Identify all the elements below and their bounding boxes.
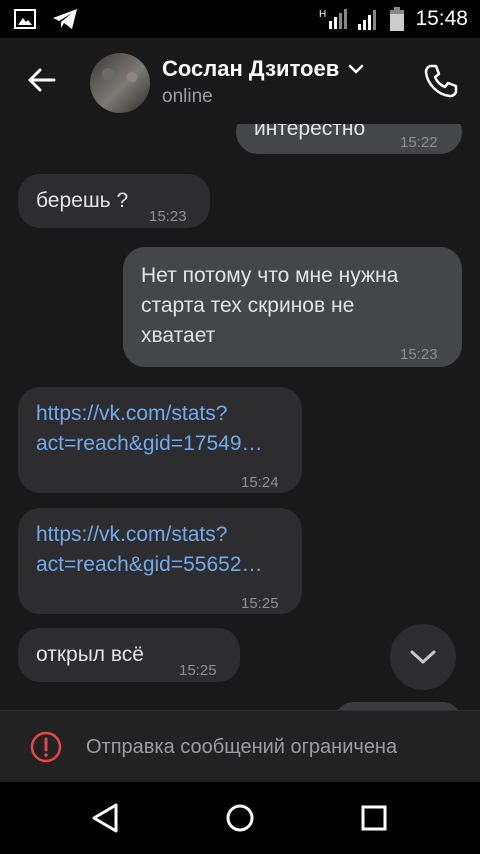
status-bar-notifications	[14, 8, 78, 30]
link-line: act=reach&gid=17549…	[36, 432, 263, 455]
message-link[interactable]: https://vk.com/stats? act=reach&gid=1754…	[36, 399, 263, 459]
status-bar-system: H 15:48	[319, 0, 468, 38]
link-line: https://vk.com/stats?	[36, 523, 228, 546]
status-time: 15:48	[415, 7, 468, 30]
battery-icon	[390, 7, 405, 31]
message-time: 15:24	[241, 474, 279, 491]
avatar[interactable]	[90, 53, 150, 113]
messaging-restricted-bar: Отправка сообщений ограничена	[0, 710, 480, 783]
message-time: 15:25	[241, 595, 279, 612]
warning-icon	[30, 731, 62, 763]
message-line: хватает	[141, 324, 216, 347]
status-bar: H 15:48	[0, 0, 480, 38]
message-outgoing[interactable]: Нет потому что мне нужна старта тех скри…	[123, 247, 462, 367]
back-arrow-icon[interactable]	[24, 62, 60, 98]
nav-back-icon[interactable]	[88, 800, 124, 836]
message-outgoing-partial[interactable]	[334, 702, 462, 710]
scroll-down-button[interactable]	[390, 624, 456, 690]
message-outgoing[interactable]: интерестно 15:22	[236, 124, 462, 154]
message-incoming[interactable]: берешь ? 15:23	[18, 174, 210, 228]
message-line: старта тех скринов не	[141, 294, 355, 317]
svg-text:H: H	[319, 9, 326, 20]
message-incoming[interactable]: открыл всё 15:25	[18, 628, 240, 682]
message-text: открыл всё	[36, 643, 144, 666]
link-line: act=reach&gid=55652…	[36, 553, 263, 576]
contact-status: online	[162, 86, 213, 107]
message-time: 15:25	[179, 662, 217, 679]
link-line: https://vk.com/stats?	[36, 402, 228, 425]
navigation-bar	[0, 782, 480, 854]
restriction-text: Отправка сообщений ограничена	[86, 735, 398, 758]
message-incoming[interactable]: https://vk.com/stats? act=reach&gid=1754…	[18, 387, 302, 493]
phone-icon[interactable]	[422, 62, 460, 100]
telegram-icon	[53, 9, 77, 29]
nav-home-icon[interactable]	[222, 800, 258, 836]
signal-icon	[358, 10, 377, 30]
message-link[interactable]: https://vk.com/stats? act=reach&gid=5565…	[36, 520, 263, 580]
message-list[interactable]: интерестно 15:22 берешь ? 15:23 Нет пото…	[0, 124, 480, 710]
contact-name[interactable]: Сослан Дзитоев	[162, 56, 365, 82]
nav-recents-icon[interactable]	[356, 800, 392, 836]
chevron-down-icon	[349, 64, 364, 74]
message-text: берешь ?	[36, 189, 129, 212]
chat-header: Сослан Дзитоев online	[0, 38, 480, 124]
message-text: Нет потому что мне нужна старта тех скри…	[141, 261, 398, 351]
contact-name-label: Сослан Дзитоев	[162, 56, 340, 81]
message-incoming[interactable]: https://vk.com/stats? act=reach&gid=5565…	[18, 508, 302, 614]
gallery-icon	[14, 9, 36, 29]
message-text: интерестно	[254, 124, 366, 140]
mobile-data-icon: H	[319, 9, 348, 29]
message-time: 15:22	[400, 134, 438, 151]
message-line: Нет потому что мне нужна	[141, 264, 399, 287]
message-time: 15:23	[400, 346, 438, 363]
message-time: 15:23	[149, 208, 187, 225]
chevron-down-icon	[410, 650, 436, 664]
